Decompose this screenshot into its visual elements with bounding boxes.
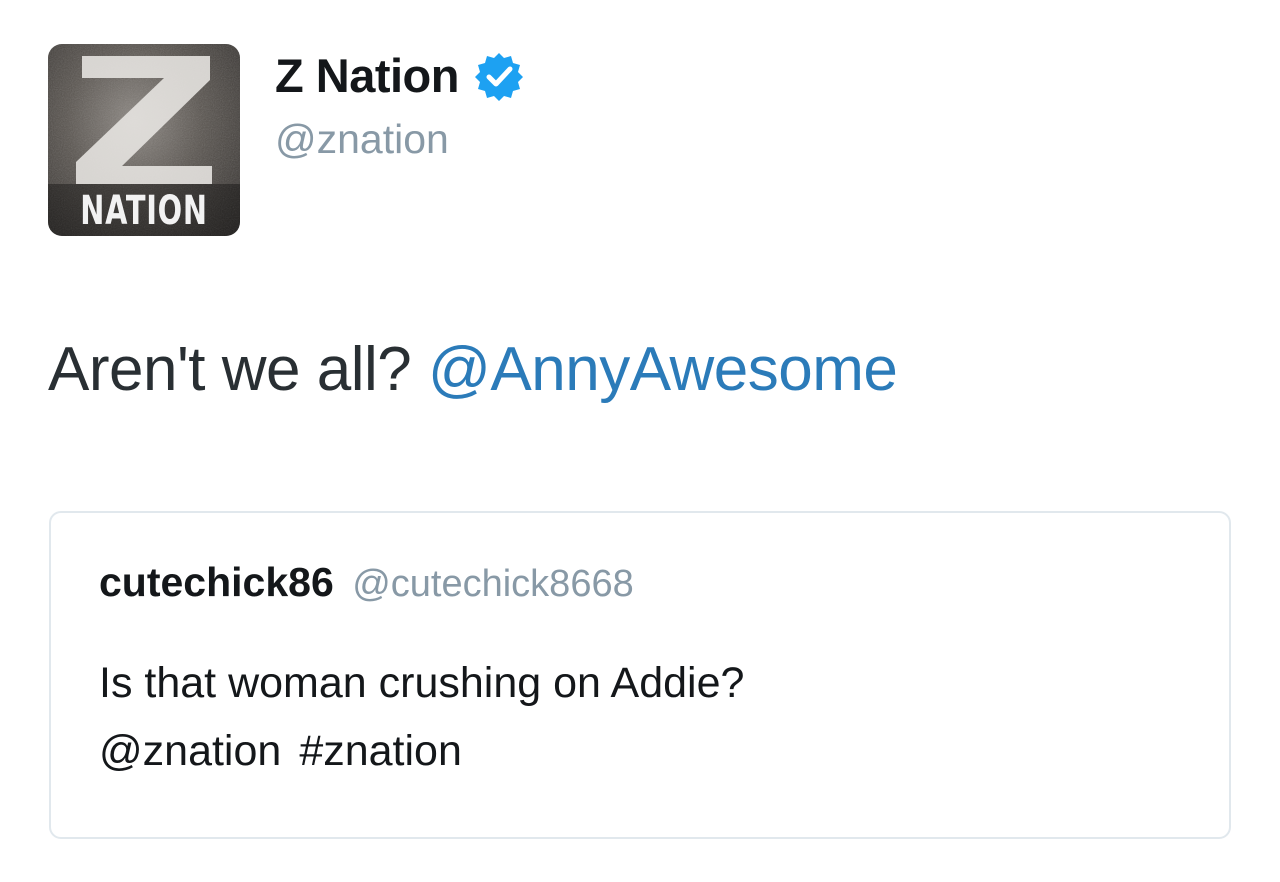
avatar-wordmark: NATION bbox=[80, 188, 208, 234]
mention-link[interactable]: @AnnyAwesome bbox=[428, 335, 898, 404]
tweet-body: Aren't we all? bbox=[48, 335, 412, 404]
quoted-mention: @znation bbox=[99, 727, 282, 775]
tweet: NATION Z Nation @znation Aren't we all? … bbox=[0, 0, 1280, 882]
quoted-text-line: Is that woman crushing on Addie? bbox=[99, 659, 745, 707]
verified-badge-icon bbox=[474, 52, 523, 101]
avatar[interactable]: NATION bbox=[48, 44, 240, 236]
quoted-tweet-text: Is that woman crushing on Addie? @znatio… bbox=[99, 649, 1179, 785]
quoted-text-tags: @znation #znation bbox=[99, 717, 1179, 785]
quoted-handle[interactable]: @cutechick8668 bbox=[352, 563, 634, 605]
author-handle[interactable]: @znation bbox=[275, 116, 449, 163]
author-display-name[interactable]: Z Nation bbox=[275, 48, 459, 103]
quoted-display-name[interactable]: cutechick86 bbox=[99, 559, 334, 605]
quoted-hashtag: #znation bbox=[299, 727, 462, 775]
quoted-tweet-card[interactable]: cutechick86 @cutechick8668 Is that woman… bbox=[49, 511, 1231, 839]
tweet-text: Aren't we all? @AnnyAwesome bbox=[48, 334, 898, 405]
author-name-row: Z Nation bbox=[275, 48, 525, 103]
quoted-tweet-header: cutechick86 @cutechick8668 bbox=[99, 559, 634, 606]
